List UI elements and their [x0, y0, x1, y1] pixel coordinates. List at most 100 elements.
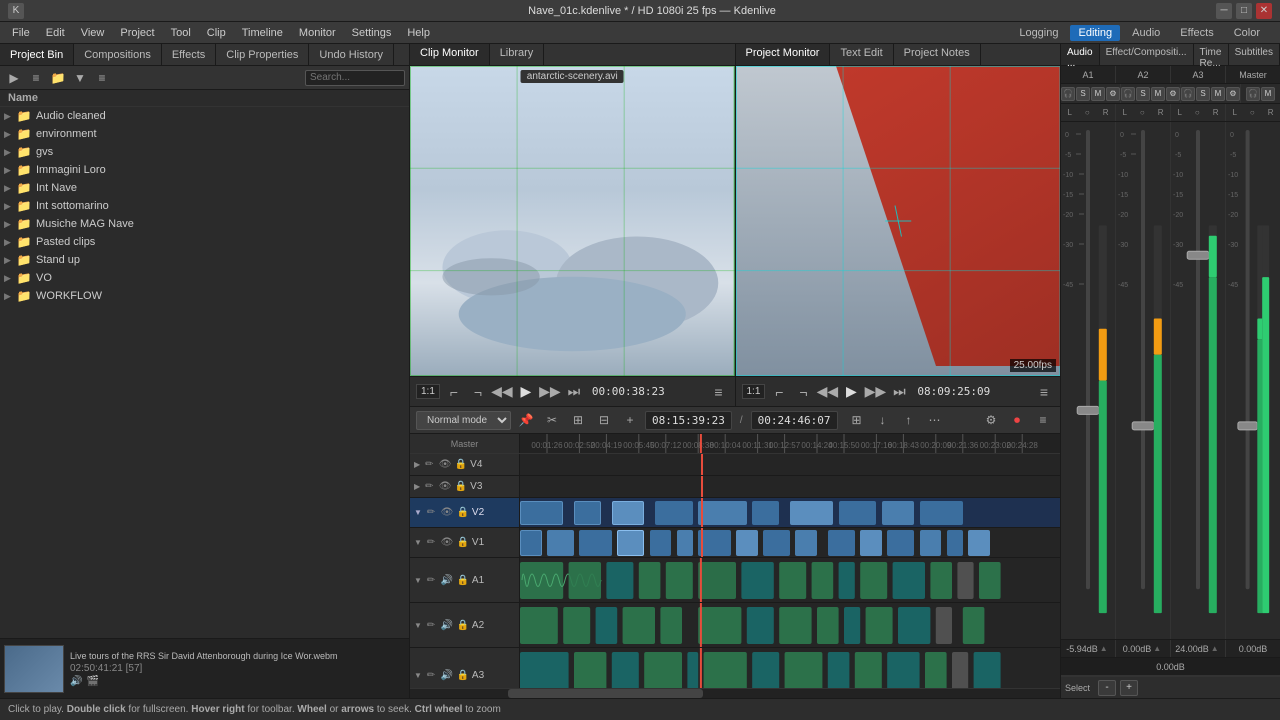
tab-library[interactable]: Library [490, 44, 545, 65]
project-end[interactable]: ⏭ [889, 382, 909, 402]
a1-mute-button[interactable]: 🔊 [440, 573, 454, 587]
window-controls[interactable]: ─ □ ✕ [1216, 3, 1272, 19]
v1-padlock[interactable]: 🔒 [456, 536, 470, 550]
project-mark-in[interactable]: ⌐ [769, 382, 789, 402]
a1-headphone-button[interactable]: 🎧 [1061, 87, 1075, 101]
list-item[interactable]: ▶ 📁 WORKFLOW [0, 287, 409, 305]
list-item[interactable]: ▶ 📁 Stand up [0, 251, 409, 269]
project-monitor-ratio[interactable]: 1:1 [742, 384, 766, 399]
list-item[interactable]: ▶ 📁 Int Nave [0, 179, 409, 197]
clip-v1-3[interactable] [579, 530, 611, 556]
v1-edit-button[interactable]: ✏ [424, 536, 438, 550]
timeline-settings-button[interactable]: ⚙ [980, 409, 1002, 431]
add-folder-button[interactable]: 📁 [48, 69, 68, 87]
menu-project[interactable]: Project [112, 25, 162, 41]
menu-monitor[interactable]: Monitor [291, 25, 344, 41]
clip-v1-2[interactable] [547, 530, 574, 556]
a1-effects-button[interactable]: ⚙ [1106, 87, 1120, 101]
a2-pan-knob[interactable]: ○ [1140, 108, 1145, 117]
track-a1-content[interactable] [520, 558, 1060, 602]
timeline-snap-button[interactable]: 📌 [515, 409, 537, 431]
v4-padlock[interactable]: 🔒 [454, 458, 468, 472]
tab-project-bin[interactable]: Project Bin [0, 44, 74, 65]
master-mute-mixer-button[interactable]: M [1261, 87, 1275, 101]
tab-time-remap[interactable]: Time Re... [1194, 44, 1229, 65]
clip-v2-6[interactable] [752, 501, 779, 525]
clip-v1-4[interactable] [617, 530, 644, 556]
clip-v2-10[interactable] [920, 501, 963, 525]
timeline-mode-select[interactable]: Normal mode [416, 411, 511, 430]
clip-v2-5[interactable] [698, 501, 747, 525]
timeline-lift[interactable]: ↑ [898, 409, 920, 431]
timeline-zoom-fit[interactable]: ⊞ [846, 409, 868, 431]
mode-audio[interactable]: Audio [1124, 25, 1168, 41]
timeline-ungroup-button[interactable]: ⊟ [593, 409, 615, 431]
v3-collapse[interactable]: ▶ [414, 482, 420, 491]
menu-timeline[interactable]: Timeline [234, 25, 291, 41]
a3-mute-mixer-button[interactable]: M [1211, 87, 1225, 101]
clip-monitor-ratio[interactable]: 1:1 [416, 384, 440, 399]
v3-lock-button[interactable]: ✏ [422, 480, 436, 494]
clip-v1-13[interactable] [887, 530, 914, 556]
clip-v1-15[interactable] [947, 530, 963, 556]
clip-v1-9[interactable] [763, 530, 790, 556]
a2-effects-button[interactable]: ⚙ [1166, 87, 1180, 101]
menu-file[interactable]: File [4, 25, 38, 41]
project-play-button[interactable]: ▶ [841, 382, 861, 402]
a3-edit-button[interactable]: ✏ [424, 668, 438, 682]
menu-edit[interactable]: Edit [38, 25, 73, 41]
a1-padlock[interactable]: 🔒 [456, 573, 470, 587]
a3-padlock[interactable]: 🔒 [456, 668, 470, 682]
v2-edit-button[interactable]: ✏ [424, 506, 438, 520]
timeline-more-buttons[interactable]: ⋯ [924, 409, 946, 431]
tab-project-notes[interactable]: Project Notes [894, 44, 981, 65]
a1-mute-mixer-button[interactable]: M [1091, 87, 1105, 101]
v3-padlock[interactable]: 🔒 [454, 480, 468, 494]
zoom-in-button[interactable]: + [1120, 680, 1138, 696]
v2-padlock[interactable]: 🔒 [456, 506, 470, 520]
track-v3-content[interactable] [520, 476, 1060, 497]
view-list-button[interactable]: ≡ [26, 69, 46, 87]
track-v1-content[interactable] [520, 528, 1060, 557]
timeline-add-button[interactable]: + [619, 409, 641, 431]
a2-mute-button[interactable]: 🔊 [440, 618, 454, 632]
timeline-record-button[interactable]: ⏺ [1006, 409, 1028, 431]
clip-v1-7[interactable] [698, 530, 730, 556]
master-headphone-button[interactable]: 🎧 [1246, 87, 1260, 101]
tab-clip-monitor[interactable]: Clip Monitor [410, 44, 490, 65]
clip-v1-1[interactable] [520, 530, 542, 556]
project-next-frame[interactable]: ▶▶ [865, 382, 885, 402]
mode-color[interactable]: Color [1226, 25, 1268, 41]
tab-audio-mixer[interactable]: Audio ... [1061, 44, 1100, 65]
v4-lock-button[interactable]: ✏ [422, 458, 436, 472]
list-item[interactable]: ▶ 📁 environment [0, 125, 409, 143]
mode-editing[interactable]: Editing [1070, 25, 1120, 41]
clip-mark-out[interactable]: ¬ [468, 382, 488, 402]
project-monitor-video[interactable]: 25.00fps [736, 66, 1061, 376]
menu-tool[interactable]: Tool [163, 25, 199, 41]
clip-v1-11[interactable] [828, 530, 855, 556]
clip-v1-8[interactable] [736, 530, 758, 556]
tab-subtitles[interactable]: Subtitles [1229, 44, 1280, 65]
v4-collapse[interactable]: ▶ [414, 460, 420, 469]
a2-mute-mixer-button[interactable]: M [1151, 87, 1165, 101]
menu-settings[interactable]: Settings [344, 25, 400, 41]
master-pan-knob[interactable]: ○ [1250, 108, 1255, 117]
timeline-extract[interactable]: ↓ [872, 409, 894, 431]
a1-collapse[interactable]: ▼ [414, 576, 422, 585]
list-item[interactable]: ▶ 📁 Audio cleaned [0, 107, 409, 125]
tab-text-edit[interactable]: Text Edit [830, 44, 893, 65]
tab-effect-compositor[interactable]: Effect/Compositi... [1100, 44, 1194, 65]
a1-edit-button[interactable]: ✏ [424, 573, 438, 587]
menu-view[interactable]: View [73, 25, 113, 41]
list-item[interactable]: ▶ 📁 VO [0, 269, 409, 287]
close-button[interactable]: ✕ [1256, 3, 1272, 19]
maximize-button[interactable]: □ [1236, 3, 1252, 19]
list-item[interactable]: ▶ 📁 gvs [0, 143, 409, 161]
a3-db-up[interactable]: ▲ [1209, 643, 1221, 655]
v1-mute-button[interactable]: 👁 [440, 536, 454, 550]
clip-v2-8[interactable] [839, 501, 877, 525]
clip-v1-6[interactable] [677, 530, 693, 556]
clip-v1-10[interactable] [795, 530, 817, 556]
clip-prev-frame[interactable]: ◀◀ [492, 382, 512, 402]
